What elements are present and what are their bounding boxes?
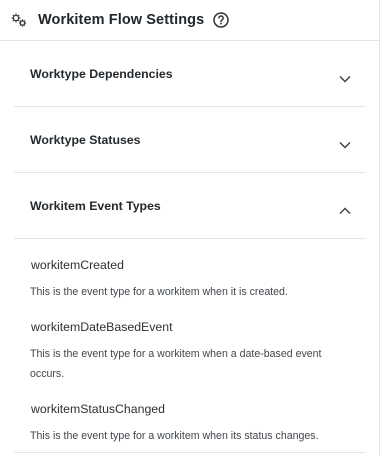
gears-icon bbox=[10, 12, 28, 28]
section-label: Workitem Event Types bbox=[30, 198, 161, 213]
section-worktype-dependencies: Worktype Dependencies bbox=[14, 41, 365, 107]
list-item: workitemCreated This is the event type f… bbox=[30, 239, 349, 302]
panel-header: Workitem Flow Settings bbox=[0, 0, 379, 41]
workitem-flow-settings-panel: Workitem Flow Settings Worktype Dependen… bbox=[0, 0, 380, 456]
section-header-worktype-dependencies[interactable]: Worktype Dependencies bbox=[14, 41, 365, 106]
list-item: workitemDateBasedEvent This is the event… bbox=[30, 302, 349, 384]
event-type-name: workitemCreated bbox=[31, 258, 124, 272]
section-label: Worktype Dependencies bbox=[30, 66, 173, 81]
page-title: Workitem Flow Settings bbox=[38, 12, 205, 28]
event-type-name: workitemDateBasedEvent bbox=[31, 320, 173, 334]
event-type-description: This is the event type for a workitem wh… bbox=[30, 286, 288, 298]
event-type-name: workitemStatusChanged bbox=[31, 402, 165, 416]
event-type-list: workitemCreated This is the event type f… bbox=[14, 238, 365, 452]
section-workitem-event-types: Workitem Event Types workitemCreated Thi… bbox=[14, 173, 365, 453]
section-header-workitem-event-types[interactable]: Workitem Event Types bbox=[14, 173, 365, 238]
chevron-down-icon[interactable] bbox=[339, 70, 351, 82]
event-type-description: This is the event type for a workitem wh… bbox=[30, 430, 319, 442]
list-item: workitemStatusChanged This is the event … bbox=[30, 384, 349, 446]
section-worktype-statuses: Worktype Statuses bbox=[14, 107, 365, 173]
chevron-up-icon[interactable] bbox=[339, 202, 351, 214]
settings-content: Worktype Dependencies Worktype Statuses … bbox=[0, 41, 379, 453]
section-label: Worktype Statuses bbox=[30, 132, 141, 147]
question-circle-icon[interactable] bbox=[213, 12, 230, 28]
section-header-worktype-statuses[interactable]: Worktype Statuses bbox=[14, 107, 365, 172]
event-type-description: This is the event type for a workitem wh… bbox=[30, 348, 322, 380]
chevron-down-icon[interactable] bbox=[339, 136, 351, 148]
